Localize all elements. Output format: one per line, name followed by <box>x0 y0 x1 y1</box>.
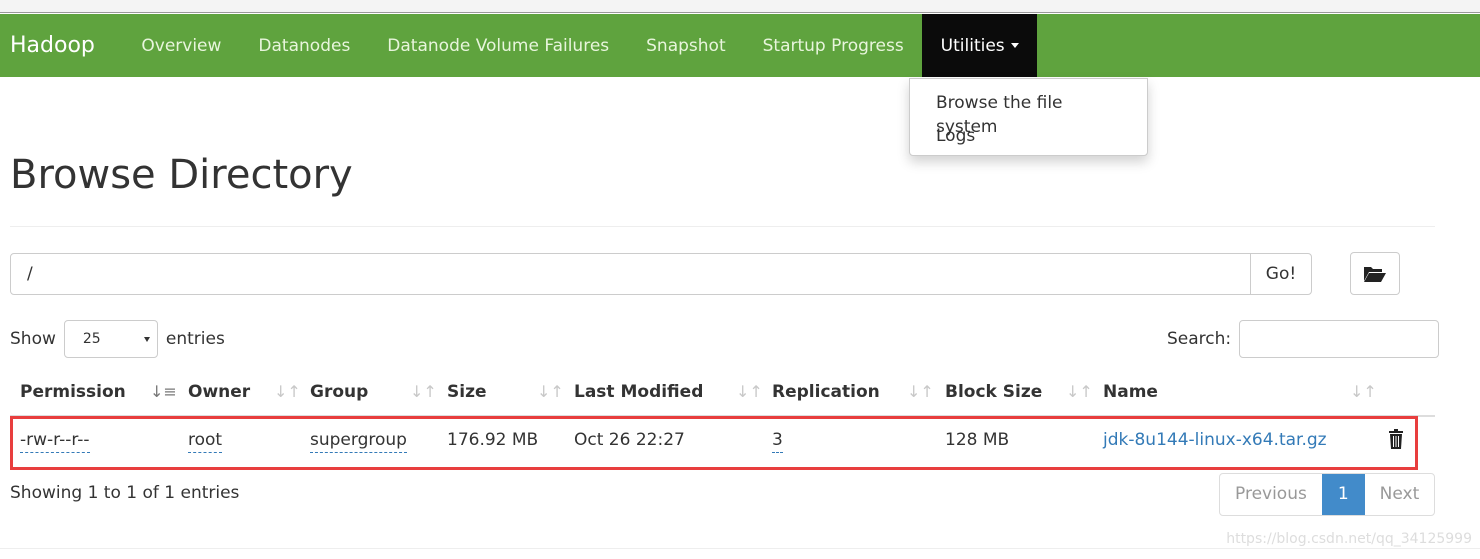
search-input[interactable] <box>1239 320 1440 358</box>
col-group[interactable]: Group <box>310 382 368 402</box>
col-size[interactable]: Size <box>447 382 487 402</box>
owner-cell[interactable]: root <box>188 430 223 453</box>
search-control: Search: <box>1167 320 1440 358</box>
size-cell: 176.92 MB <box>447 430 539 450</box>
open-folder-button[interactable] <box>1350 252 1400 295</box>
caret-down-icon <box>1010 43 1019 48</box>
sort-icon: ↓↑ <box>537 382 564 401</box>
sort-icon: ↓↑ <box>1350 382 1377 401</box>
group-cell[interactable]: supergroup <box>310 430 407 453</box>
go-button[interactable]: Go! <box>1250 253 1312 295</box>
pagination: Previous 1 Next <box>1219 473 1436 516</box>
nav-snapshot[interactable]: Snapshot <box>628 14 744 77</box>
nav-utilities-label: Utilities <box>940 35 1005 56</box>
utilities-dropdown: Browse the file system Logs <box>909 78 1148 156</box>
page-title: Browse Directory <box>10 152 353 198</box>
entries-select[interactable]: 25 <box>63 320 158 358</box>
search-label: Search: <box>1167 329 1232 349</box>
nav-datanodes[interactable]: Datanodes <box>240 14 369 77</box>
navbar: Hadoop Overview Datanodes Datanode Volum… <box>0 14 1480 77</box>
page-1-button[interactable]: 1 <box>1321 474 1365 515</box>
nav-overview[interactable]: Overview <box>123 14 240 77</box>
sort-icon: ↓↑ <box>736 382 763 401</box>
path-input[interactable]: / <box>10 253 1251 295</box>
col-replication[interactable]: Replication <box>772 382 880 402</box>
divider <box>10 226 1435 227</box>
sort-icon: ↓↑ <box>1066 382 1093 401</box>
replication-cell[interactable]: 3 <box>772 430 783 453</box>
bookmarks-bar <box>0 0 1480 13</box>
next-button[interactable]: Next <box>1365 474 1435 515</box>
modified-cell: Oct 26 22:27 <box>574 430 685 450</box>
menu-browse-fs[interactable]: Browse the file system <box>910 89 1147 137</box>
col-last-modified[interactable]: Last Modified <box>574 382 703 402</box>
col-owner[interactable]: Owner <box>188 382 250 402</box>
watermark: https://blog.csdn.net/qq_34125999 <box>1226 531 1472 547</box>
sort-icon: ↓↑ <box>410 382 437 401</box>
sort-icon: ↓↑ <box>274 382 301 401</box>
dropdown-arrow-icon <box>143 337 150 342</box>
permission-cell[interactable]: -rw-r--r-- <box>20 430 90 453</box>
nav-volume-failures[interactable]: Datanode Volume Failures <box>369 14 628 77</box>
trash-icon <box>1389 429 1403 449</box>
previous-button[interactable]: Previous <box>1220 474 1322 515</box>
delete-button[interactable] <box>1388 429 1404 454</box>
show-label: Show <box>10 329 56 349</box>
length-control: Show 25 entries <box>10 320 225 358</box>
entries-label: entries <box>165 329 225 349</box>
brand[interactable]: Hadoop <box>0 33 105 58</box>
sort-icon: ↓↑ <box>907 382 934 401</box>
menu-logs[interactable]: Logs <box>910 122 1147 155</box>
nav-utilities[interactable]: Utilities <box>922 14 1038 77</box>
folder-open-icon <box>1364 266 1386 282</box>
col-permission[interactable]: Permission <box>20 382 126 402</box>
col-block-size[interactable]: Block Size <box>945 382 1042 402</box>
col-name[interactable]: Name <box>1103 382 1158 402</box>
entries-value: 25 <box>82 331 101 347</box>
sort-asc-icon: ↓≡ <box>150 382 177 401</box>
table-info: Showing 1 to 1 of 1 entries <box>10 483 240 503</box>
footer-divider <box>0 548 1480 549</box>
block-size-cell: 128 MB <box>945 430 1010 450</box>
file-name-link[interactable]: jdk-8u144-linux-x64.tar.gz <box>1103 430 1327 450</box>
nav-startup-progress[interactable]: Startup Progress <box>744 14 922 77</box>
